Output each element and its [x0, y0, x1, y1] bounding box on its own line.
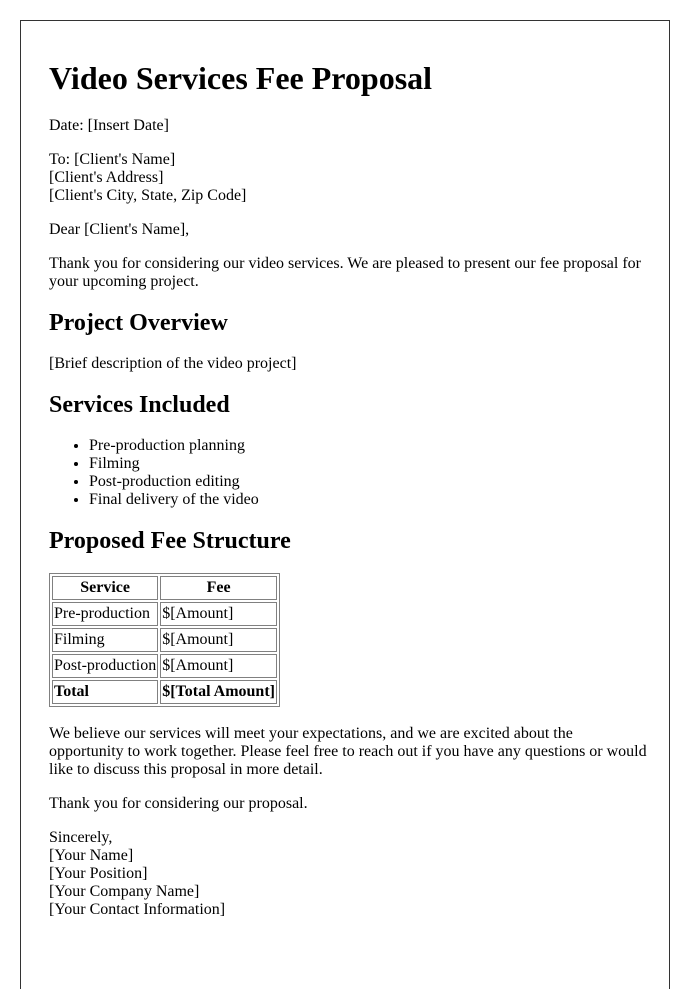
table-row: Filming $[Amount] [52, 628, 277, 652]
service-cell: Post-production [52, 654, 159, 678]
recipient-to: To: [Client's Name] [49, 151, 176, 168]
closing-paragraph: We believe our services will meet your e… [49, 725, 647, 778]
recipient-address: [Client's Address] [49, 169, 164, 186]
recipient-block: To: [Client's Name] [Client's Address] [… [49, 151, 649, 205]
table-row: Pre-production $[Amount] [52, 602, 277, 626]
signature-block: Sincerely, [Your Name] [Your Position] [… [49, 829, 649, 919]
intro-paragraph: Thank you for considering our video serv… [49, 255, 641, 290]
service-cell: Pre-production [52, 602, 159, 626]
letter-container: Video Services Fee Proposal Date: [Inser… [20, 20, 670, 989]
project-overview-heading: Project Overview [49, 310, 228, 336]
project-overview-body: [Brief description of the video project] [49, 355, 297, 372]
table-row: Post-production $[Amount] [52, 654, 277, 678]
services-list-item: Post-production editing [89, 473, 649, 491]
signature-name: [Your Name] [49, 847, 134, 864]
services-included-heading: Services Included [49, 392, 230, 418]
document-title: Video Services Fee Proposal [49, 60, 433, 96]
column-header-fee: Fee [160, 576, 277, 600]
fee-table-header-row: Service Fee [52, 576, 277, 600]
valediction: Sincerely, [49, 829, 113, 846]
fee-cell: $[Amount] [160, 654, 277, 678]
total-label-cell: Total [52, 680, 159, 704]
services-list-item: Final delivery of the video [89, 491, 649, 509]
signature-position: [Your Position] [49, 865, 148, 882]
fee-cell: $[Amount] [160, 628, 277, 652]
signature-contact: [Your Contact Information] [49, 901, 226, 918]
fee-table: Service Fee Pre-production $[Amount] Fil… [49, 573, 280, 707]
services-list-item: Filming [89, 455, 649, 473]
services-list: Pre-production planning Filming Post-pro… [49, 437, 649, 509]
total-row: Total $[Total Amount] [52, 680, 277, 704]
total-fee-cell: $[Total Amount] [160, 680, 277, 704]
fee-structure-heading: Proposed Fee Structure [49, 528, 291, 554]
column-header-service: Service [52, 576, 159, 600]
date-line: Date: [Insert Date] [49, 117, 169, 134]
service-cell: Filming [52, 628, 159, 652]
fee-cell: $[Amount] [160, 602, 277, 626]
thanks-line: Thank you for considering our proposal. [49, 795, 308, 812]
services-list-item: Pre-production planning [89, 437, 649, 455]
signature-company: [Your Company Name] [49, 883, 200, 900]
recipient-city-state-zip: [Client's City, State, Zip Code] [49, 187, 247, 204]
salutation: Dear [Client's Name], [49, 221, 190, 238]
